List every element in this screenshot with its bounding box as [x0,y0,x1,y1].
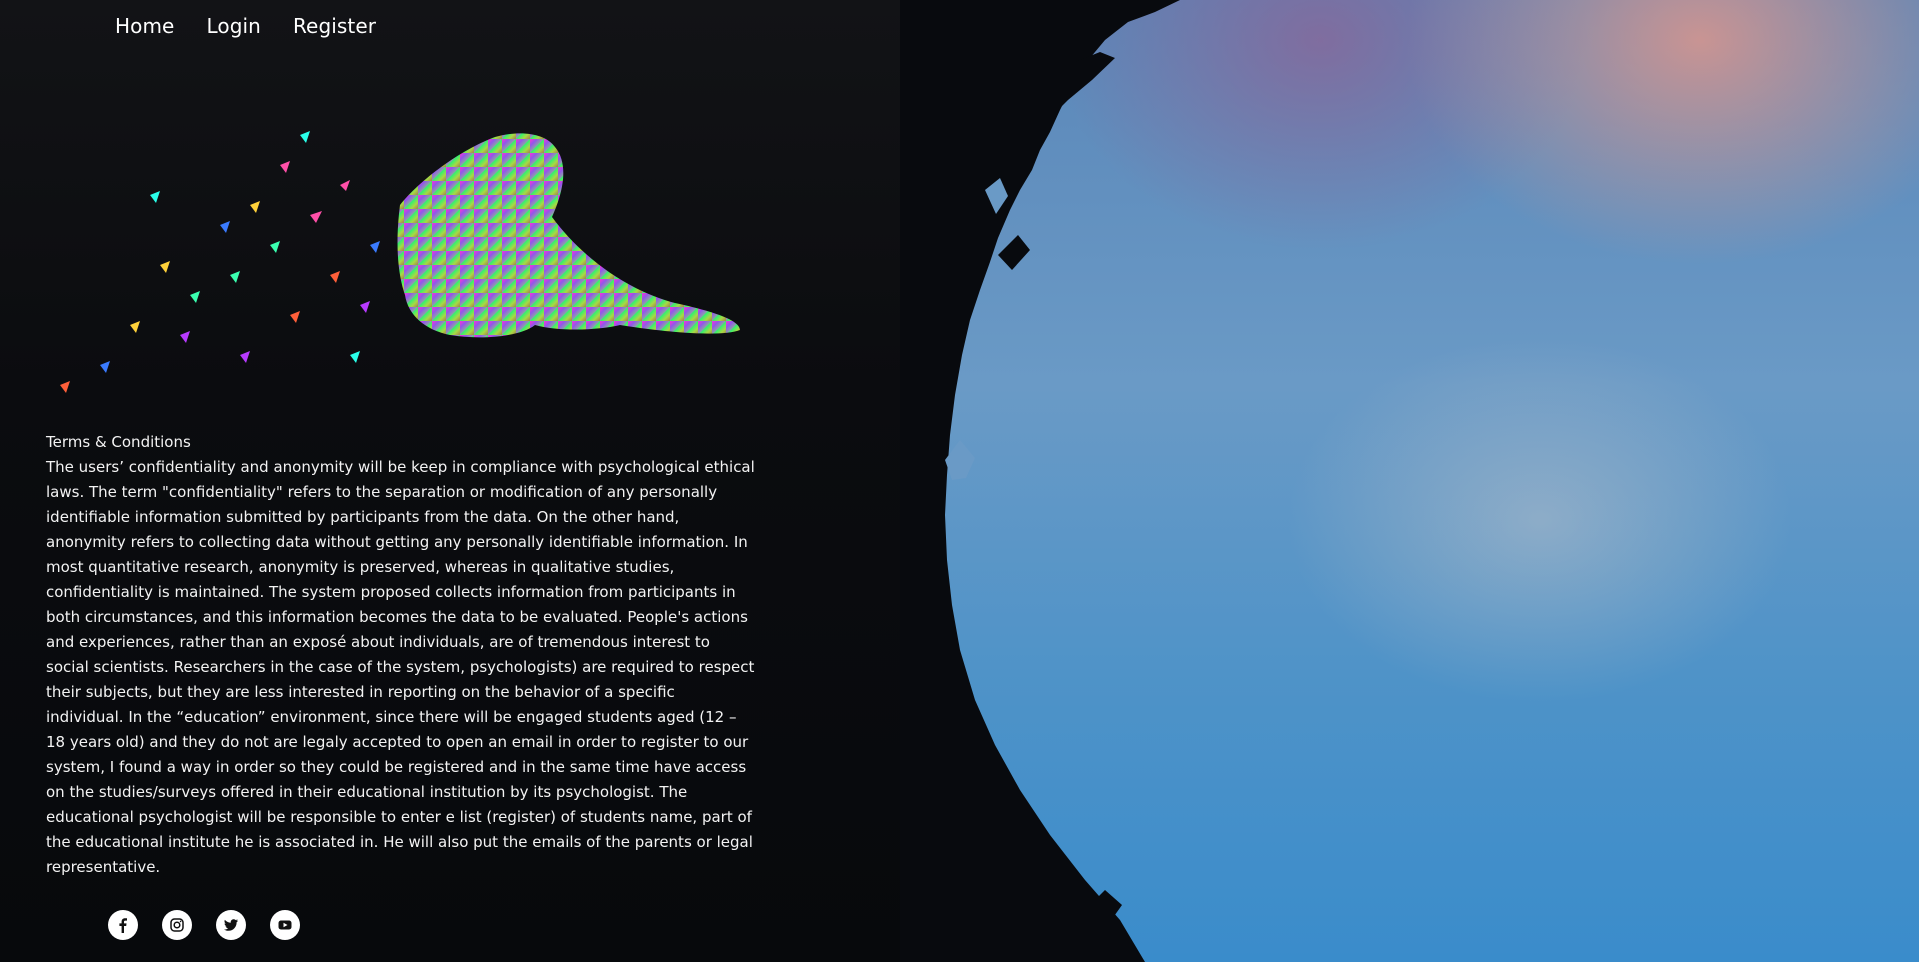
nav-link-home[interactable]: Home [115,14,174,38]
youtube-button[interactable] [270,910,300,940]
social-links [108,910,300,940]
twitter-button[interactable] [216,910,246,940]
terms-body: The users’ confidentiality and anonymity… [46,458,755,876]
facebook-button[interactable] [108,910,138,940]
terms-title: Terms & Conditions [46,433,191,451]
twitter-icon [224,919,238,931]
youtube-icon [278,920,292,930]
instagram-icon [170,918,184,932]
terms-section: Terms & Conditions The users’ confidenti… [46,430,756,880]
dark-silhouette-shape [900,0,1180,962]
nav-link-login[interactable]: Login [206,14,260,38]
nav-link-register[interactable]: Register [293,14,376,38]
facebook-icon [119,918,127,933]
instagram-button[interactable] [162,910,192,940]
mosaic-sitting-person-illustration [60,131,740,393]
top-navigation: Home Login Register [115,14,376,38]
